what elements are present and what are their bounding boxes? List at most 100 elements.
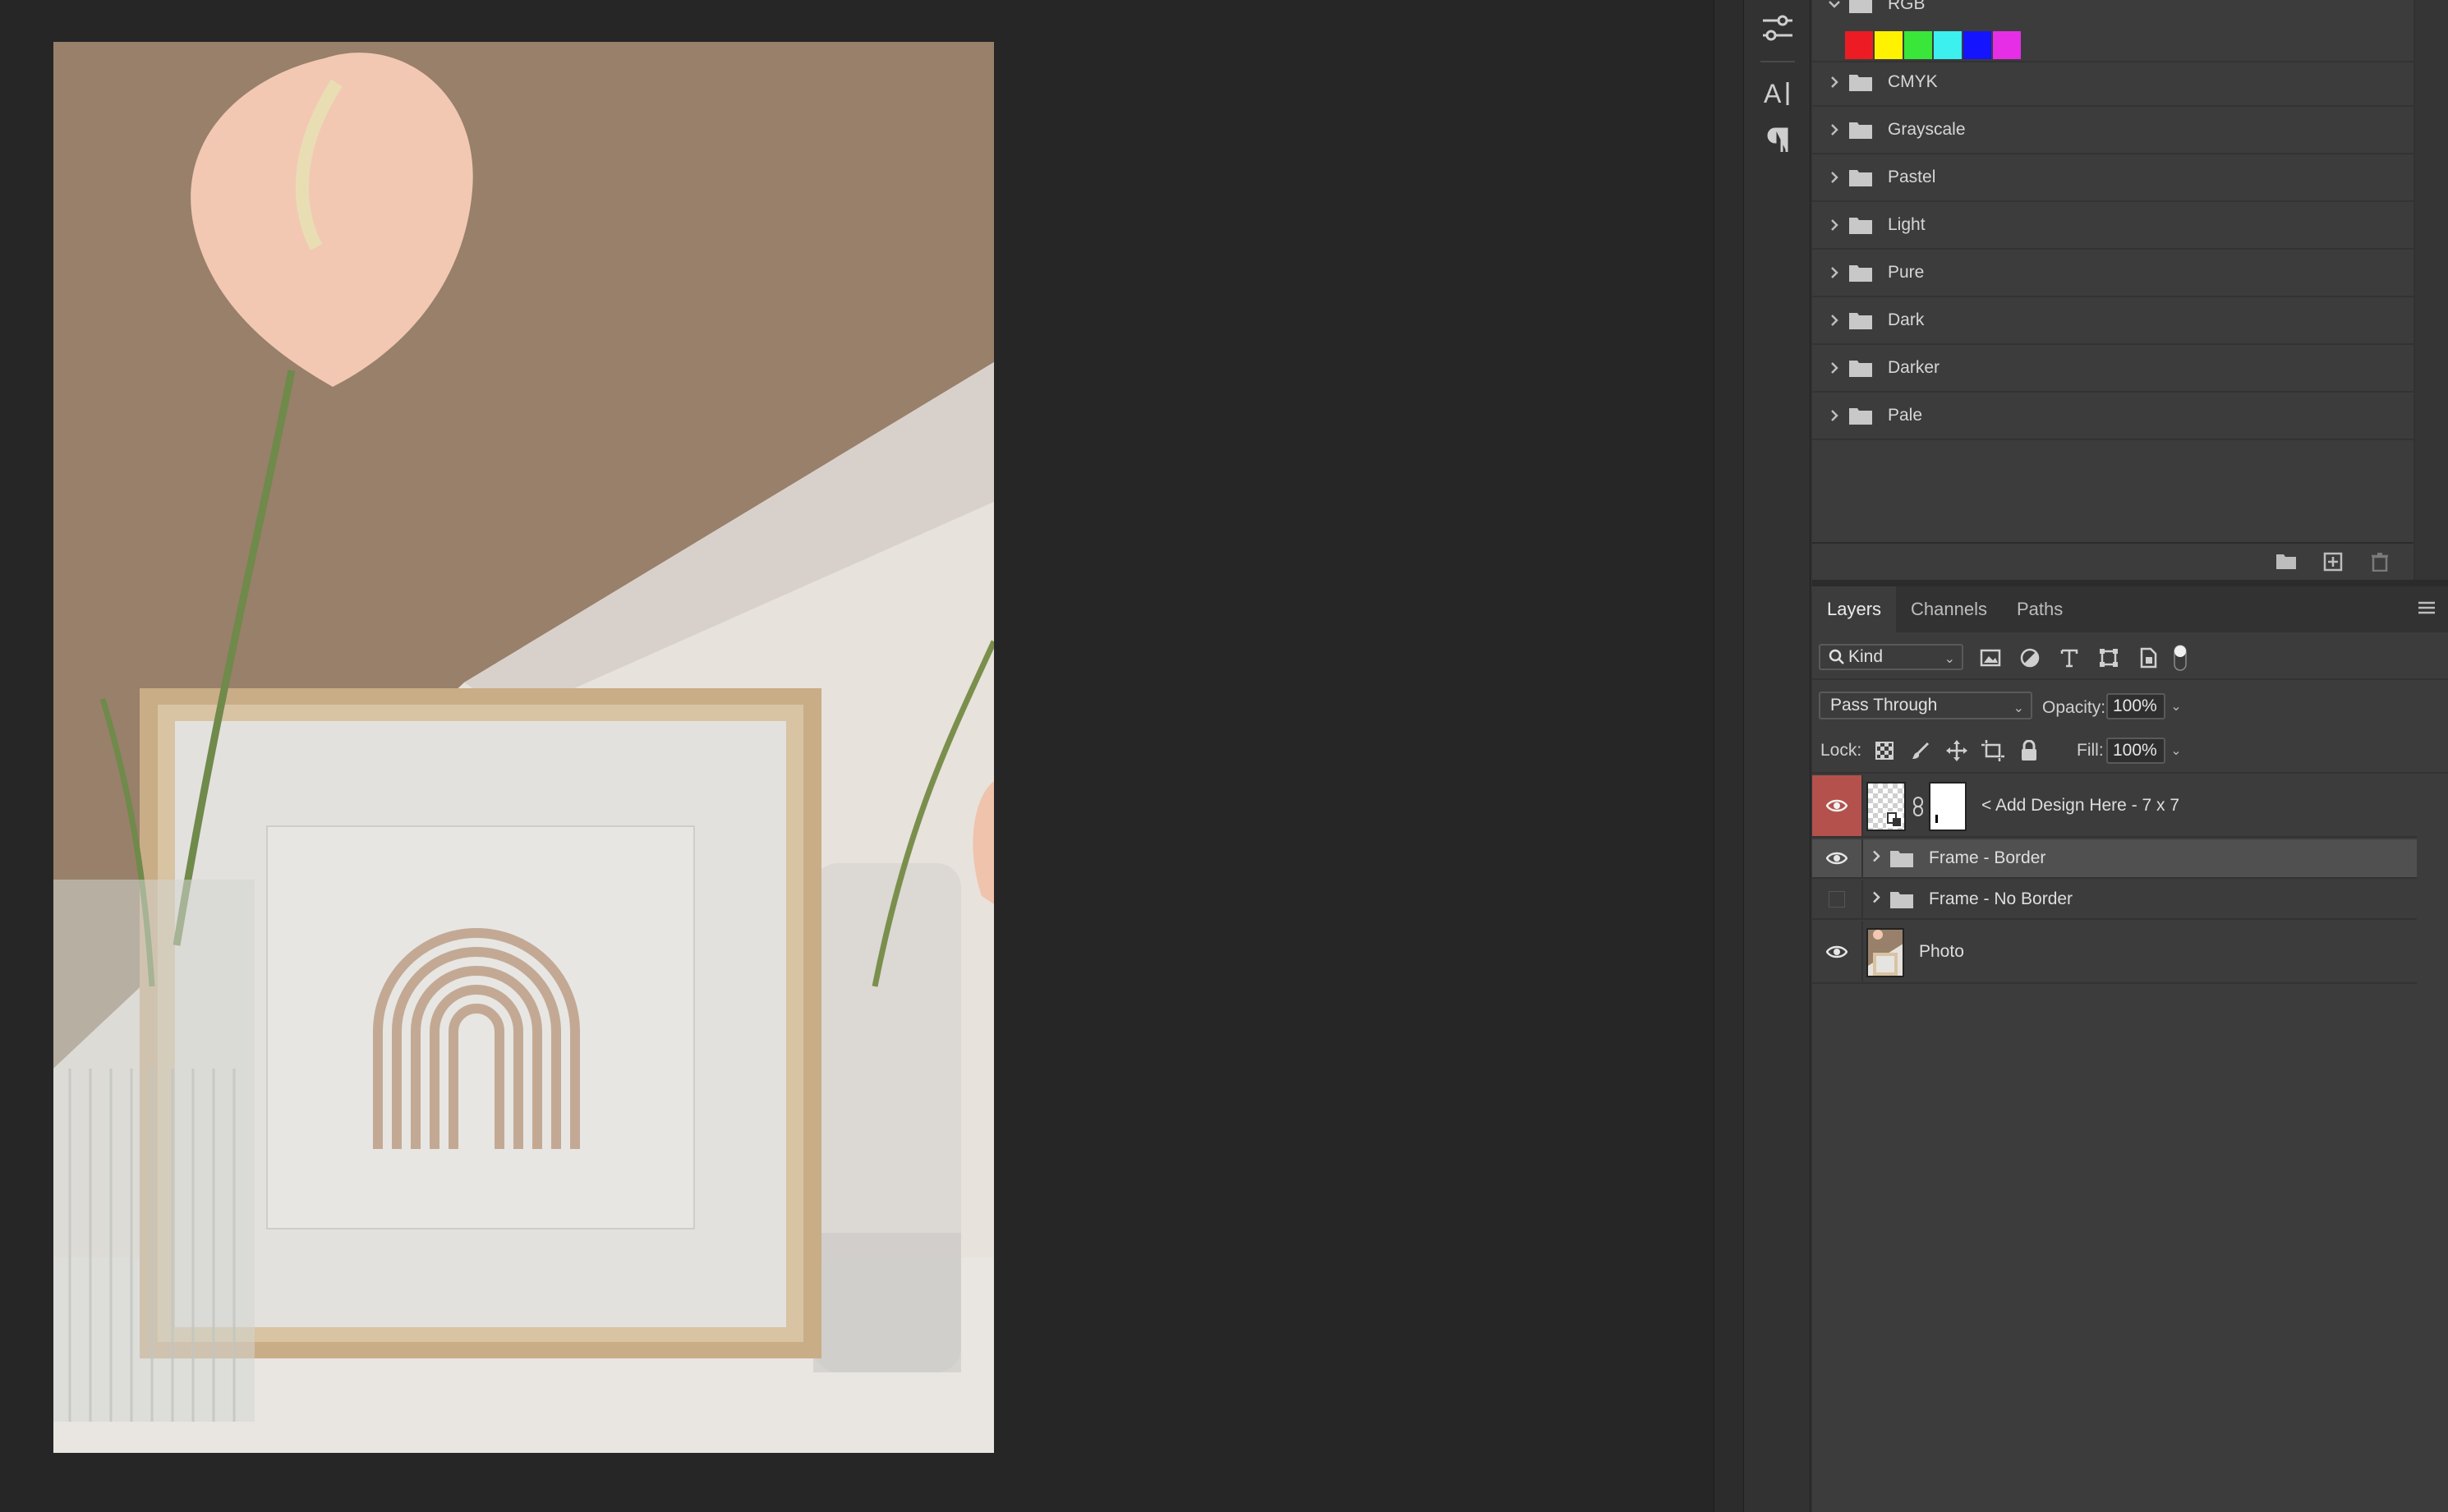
layers-panel: Layers Channels Paths Kind ⌄ Pass Throug… (1812, 580, 2448, 1512)
visibility-eye-icon[interactable] (1812, 839, 1863, 877)
chevron-right-icon[interactable] (1827, 361, 1842, 375)
folder-icon (1889, 889, 1914, 909)
swatch-group-pure[interactable]: Pure (1812, 250, 2413, 297)
layer-thumbnail[interactable] (1866, 782, 1906, 831)
swatches-footer (1812, 542, 2413, 580)
opacity-field[interactable]: 100% (2106, 693, 2165, 719)
properties-sliders-icon[interactable] (1757, 8, 1798, 49)
filter-kind-select[interactable]: Kind ⌄ (1819, 644, 1963, 670)
layer-name: Photo (1919, 942, 1964, 961)
layer-mask-thumbnail[interactable] (1929, 782, 1967, 831)
swatch-group-pale[interactable]: Pale (1812, 393, 2413, 440)
chevron-right-icon[interactable] (1827, 409, 1842, 422)
chevron-right-icon[interactable] (1827, 123, 1842, 136)
swatch-blue[interactable] (1963, 31, 1991, 59)
chevron-down-icon[interactable] (1827, 0, 1842, 9)
opacity-label: Opacity: (2042, 698, 2106, 717)
smart-object-filter-icon[interactable] (2136, 646, 2160, 670)
opacity-dropdown-icon[interactable]: ⌄ (2165, 693, 2187, 719)
swatch-green[interactable] (1904, 31, 1932, 59)
swatch-group-cmyk[interactable]: CMYK (1812, 59, 2413, 107)
layer-row-frame-no-border[interactable]: Frame - No Border (1812, 880, 2417, 920)
separator (1760, 61, 1795, 62)
tab-layers[interactable]: Layers (1812, 586, 1897, 632)
layer-name: < Add Design Here - 7 x 7 (1981, 796, 2180, 815)
visibility-toggle-empty[interactable] (1812, 880, 1863, 918)
layer-row-photo[interactable]: Photo (1812, 921, 2417, 984)
swatch-magenta[interactable] (1993, 31, 2021, 59)
swatch-group-label: Pastel (1888, 168, 1936, 186)
layer-row-frame-border[interactable]: Frame - Border (1812, 839, 2417, 879)
layer-row-add-design[interactable]: < Add Design Here - 7 x 7 (1812, 775, 2417, 838)
new-group-folder-icon[interactable] (2275, 552, 2297, 573)
character-panel-icon[interactable]: A (1757, 72, 1798, 113)
lock-image-pixels-brush-icon[interactable] (1909, 739, 1932, 762)
layer-name: Frame - No Border (1929, 889, 2073, 908)
folder-icon (1848, 358, 1873, 378)
blend-mode-select[interactable]: Pass Through ⌄ (1819, 692, 2032, 719)
type-layer-filter-icon[interactable] (2057, 646, 2082, 670)
swatch-red[interactable] (1845, 31, 1873, 59)
visibility-eye-icon[interactable] (1812, 775, 1863, 836)
folder-icon (1889, 848, 1914, 868)
chevron-right-icon[interactable] (1827, 266, 1842, 279)
chevron-right-icon[interactable] (1827, 76, 1842, 89)
chevron-down-icon: ⌄ (1944, 652, 1955, 666)
svg-text:A: A (1764, 79, 1782, 108)
swatch-group-darker[interactable]: Darker (1812, 345, 2413, 393)
panel-dock-gutter (1714, 0, 1743, 1512)
swatch-cyan[interactable] (1934, 31, 1962, 59)
lock-all-icon[interactable] (2018, 739, 2041, 762)
search-icon (1829, 649, 1844, 664)
new-swatch-icon[interactable] (2323, 552, 2344, 573)
filter-toggle-switch[interactable] (2170, 645, 2190, 671)
swatch-group-pastel[interactable]: Pastel (1812, 154, 2413, 202)
swatch-group-label: Darker (1888, 358, 1940, 377)
chevron-right-icon[interactable] (1827, 171, 1842, 184)
pixel-layer-filter-icon[interactable] (1978, 646, 2003, 670)
mask-link-chain-icon[interactable] (1912, 797, 1924, 816)
swatch-group-rgb[interactable]: RGB (1812, 0, 2413, 26)
filter-kind-label: Kind (1848, 647, 1884, 666)
folder-icon (1848, 72, 1873, 92)
folder-icon (1848, 310, 1873, 330)
chevron-right-icon[interactable] (1827, 314, 1842, 327)
shape-layer-filter-icon[interactable] (2096, 646, 2121, 670)
chevron-right-icon[interactable] (1871, 890, 1881, 909)
swatch-group-label: Pale (1888, 406, 1923, 425)
paragraph-panel-icon[interactable] (1757, 120, 1798, 161)
layer-thumbnail[interactable] (1866, 928, 1904, 977)
panel-menu-icon[interactable] (2415, 600, 2436, 619)
fill-field[interactable]: 100% (2106, 738, 2165, 764)
swatch-group-label: Light (1888, 215, 1926, 234)
fill-dropdown-icon[interactable]: ⌄ (2165, 738, 2187, 764)
photo-mockup (53, 42, 994, 1453)
swatch-group-light[interactable]: Light (1812, 202, 2413, 250)
lock-position-move-icon[interactable] (1945, 739, 1968, 762)
swatch-group-label: CMYK (1888, 72, 1938, 91)
swatch-group-dark[interactable]: Dark (1812, 297, 2413, 345)
document-image[interactable] (53, 42, 994, 1453)
chevron-right-icon[interactable] (1827, 218, 1842, 232)
trash-icon[interactable] (2371, 552, 2392, 573)
layers-panel-tabs: Layers Channels Paths (1812, 586, 2448, 632)
folder-icon (1848, 215, 1873, 235)
lock-artboard-icon[interactable] (1981, 739, 2004, 762)
canvas-area[interactable] (0, 0, 1714, 1512)
adjustment-layer-filter-icon[interactable] (2018, 646, 2042, 670)
swatch-group-grayscale[interactable]: Grayscale (1812, 107, 2413, 154)
tab-paths[interactable]: Paths (2002, 586, 2078, 632)
visibility-eye-icon[interactable] (1812, 921, 1863, 982)
folder-icon (1848, 168, 1873, 187)
swatch-group-label: RGB (1888, 0, 1926, 13)
blend-mode-label: Pass Through (1830, 696, 1938, 715)
chevron-right-icon[interactable] (1871, 849, 1881, 868)
swatch-group-label: Grayscale (1888, 120, 1966, 139)
swatch-yellow[interactable] (1875, 31, 1903, 59)
tab-channels[interactable]: Channels (1896, 586, 2002, 632)
swatches-scrollbar[interactable] (2415, 0, 2448, 580)
folder-icon (1848, 120, 1873, 140)
lock-transparent-pixels-icon[interactable] (1873, 739, 1896, 762)
folder-icon (1848, 0, 1873, 14)
swatches-panel: RGB CMYK Grayscale Pastel Light Pure Dar… (1812, 0, 2413, 542)
